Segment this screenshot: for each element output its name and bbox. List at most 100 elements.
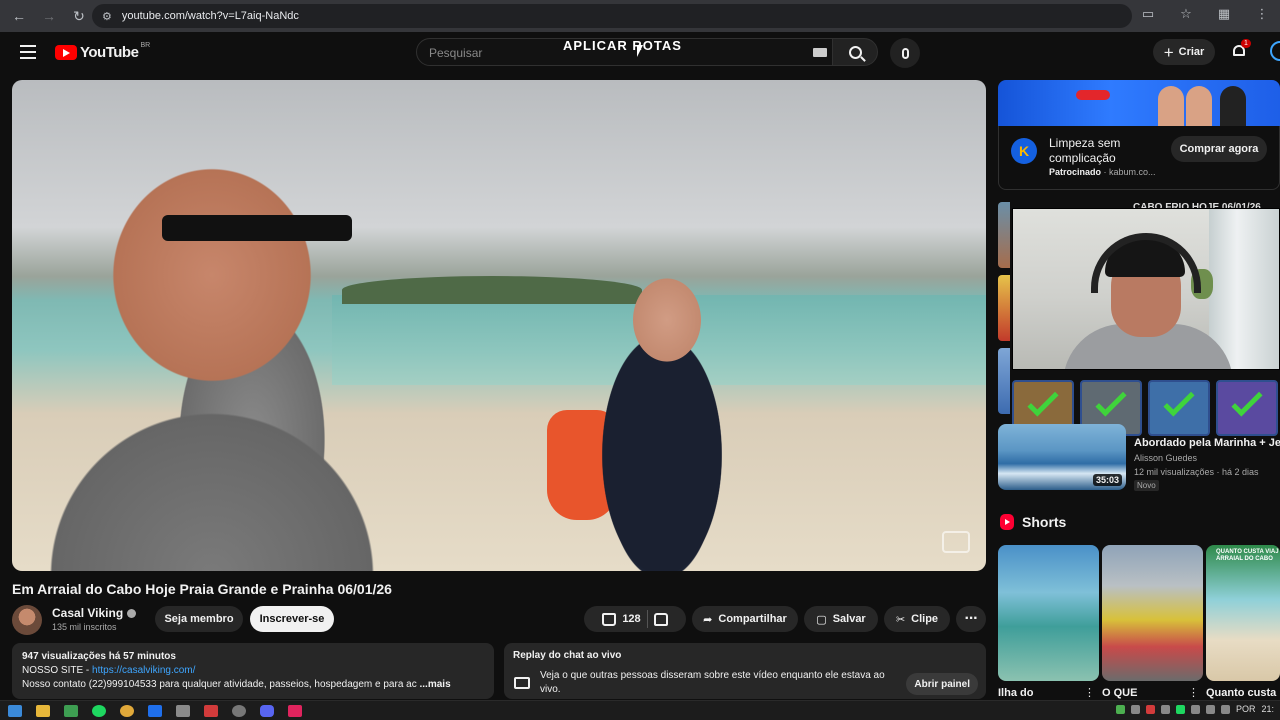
more-actions-button[interactable]: ··· [956,606,986,632]
app-icon[interactable] [148,704,162,717]
obs-icon[interactable] [232,704,246,717]
short-title[interactable]: O QUE [1102,687,1137,699]
like-divider [646,610,648,628]
chrome-icon[interactable] [120,704,134,717]
recommendation-item[interactable]: 35:03 Abordado pela Marinha + Jet ... Al… [998,424,1280,491]
short-thumbnail[interactable] [1102,545,1203,681]
ad-person-2 [1186,86,1212,126]
subscribe-button[interactable]: Inscrever-se [250,606,334,632]
short-more-icon[interactable]: ⋮ [1084,686,1095,699]
open-panel-button[interactable]: Abrir painel [906,673,978,695]
subscribe-label: Inscrever-se [259,613,325,625]
voice-search-button[interactable] [890,38,920,68]
account-avatar[interactable] [1270,41,1280,61]
app-icon[interactable] [204,704,218,717]
save-button[interactable]: ▢ Salvar [804,606,878,632]
channel-name[interactable]: Casal Viking [52,606,123,620]
volume-icon[interactable] [1220,704,1230,714]
language-indicator[interactable]: POR [1236,704,1256,714]
short-thumbnail[interactable]: QUANTO CUSTA VIAJ ARRAIAL DO CABO [1206,545,1280,681]
youtube-logo[interactable]: YouTube BR [55,42,150,61]
recommendation-thumbnail[interactable] [998,202,1010,268]
clip-label: Clipe [911,613,939,625]
youtube-play-icon [55,45,77,60]
recommendation-title[interactable]: Abordado pela Marinha + Jet ... [1134,437,1280,449]
view-count-and-date: 947 visualizações há 57 minutos [22,651,176,662]
chat-replay-box: Replay do chat ao vivo Veja o que outras… [504,643,986,699]
chat-replay-text: Veja o que outras pessoas disseram sobre… [540,670,885,695]
short-title[interactable]: Ilha do [998,687,1033,699]
browser-toolbar: ← → ↻ ⚙ youtube.com/watch?v=L7aiq-NaNdc … [0,0,1280,32]
description-box[interactable]: 947 visualizações há 57 minutos NOSSO SI… [12,643,494,699]
like-dislike-group: 128 [584,606,686,632]
create-button[interactable]: + Criar [1153,39,1215,65]
ad-banner-image[interactable] [998,80,1280,126]
join-button[interactable]: Seja membro [155,606,243,632]
share-button[interactable]: ➦ Compartilhar [692,606,798,632]
cast-icon[interactable]: ▭ [1138,6,1158,22]
tray-icon[interactable] [1130,704,1140,714]
app-icon[interactable] [288,704,302,717]
network-icon[interactable] [1205,704,1215,714]
forward-arrow-icon[interactable]: → [38,5,60,27]
star-icon[interactable]: ☆ [1176,6,1196,22]
ad-person-3 [1220,86,1246,126]
scissors-icon: ✂ [895,613,906,626]
like-icon[interactable] [602,612,617,626]
tray-icon[interactable] [1160,704,1170,714]
dislike-icon[interactable] [653,612,668,626]
menu-icon[interactable]: ⋮ [1252,6,1272,22]
app-icon[interactable] [64,704,78,717]
site-label: NOSSO SITE - [22,665,93,676]
file-explorer-icon[interactable] [36,704,50,717]
keyboard-icon[interactable] [813,48,827,57]
search-icon [848,45,862,59]
recommendation-channel[interactable]: Alisson Guedes [1134,453,1197,463]
recommendation-thumbnail[interactable]: 35:03 [998,424,1126,490]
tray-icon[interactable] [1145,704,1155,714]
site-settings-icon[interactable]: ⚙ [102,10,112,23]
address-bar[interactable]: ⚙ youtube.com/watch?v=L7aiq-NaNdc [92,4,1132,28]
back-arrow-icon[interactable]: ← [8,5,30,27]
search-button[interactable] [832,38,878,66]
like-count[interactable]: 128 [622,613,640,625]
clip-button[interactable]: ✂ Clipe [884,606,950,632]
advertiser-logo: K [1011,138,1037,164]
video-duration: 35:03 [1092,474,1122,486]
extensions-icon[interactable]: ▦ [1214,6,1234,22]
site-link[interactable]: https://casalviking.com/ [92,665,195,676]
tray-icon[interactable] [1175,704,1185,714]
reload-icon[interactable]: ↻ [68,5,90,27]
recommendation-thumbnail[interactable] [998,348,1010,414]
app-icon[interactable] [176,704,190,717]
checkmark-icon [1231,385,1263,417]
channel-watermark-icon[interactable] [942,531,970,553]
video-player[interactable] [12,80,986,571]
microphone-tray-icon[interactable] [1190,704,1200,714]
chat-icon [514,677,530,689]
verified-icon [127,609,136,618]
short-title[interactable]: Quanto custa [1206,687,1276,699]
spotify-icon[interactable] [92,704,106,717]
tray-icon[interactable] [1115,704,1125,714]
discord-icon[interactable] [260,704,274,717]
checkmark-icon [1095,385,1127,417]
new-badge: Novo [1134,480,1159,491]
windows-taskbar: POR 21: [0,700,1280,720]
join-label: Seja membro [164,613,234,625]
notifications-bell-icon[interactable]: 1 [1231,39,1251,60]
short-thumbnail[interactable] [998,545,1099,681]
channel-avatar[interactable] [12,605,42,635]
recommendation-thumbnail[interactable] [998,275,1010,341]
headset-icon [1091,233,1201,293]
buy-now-button[interactable]: Comprar agora [1171,136,1267,162]
show-more-link[interactable]: ...mais [420,679,451,690]
short-more-icon[interactable]: ⋮ [1188,686,1199,699]
ad-card[interactable]: K Limpeza sem complicação Patrocinado · … [998,126,1280,190]
sponsored-label: Patrocinado [1049,167,1102,177]
hamburger-menu-icon[interactable] [20,45,36,59]
windows-start-icon[interactable] [8,704,22,717]
subscriber-count: 135 mil inscritos [52,622,117,632]
clock[interactable]: 21: [1261,704,1274,714]
logo-text: YouTube [80,44,139,61]
